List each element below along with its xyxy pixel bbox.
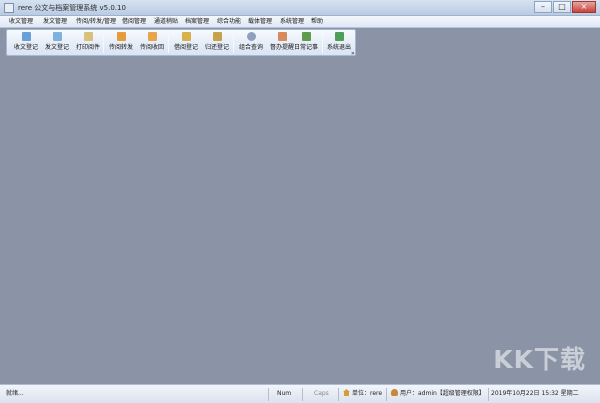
print-button[interactable]: 打印阅件 xyxy=(73,32,103,54)
menu-item-carrier[interactable]: 载体管理 xyxy=(247,17,273,27)
toolbar-separator xyxy=(233,33,234,53)
window-title: rere 公文与档案管理系统 v5.0.10 xyxy=(18,4,126,12)
daily-notes-button[interactable]: 日常记事 xyxy=(291,32,321,54)
status-bar: 就绪... Num Caps 单位：rere 用户：admin【超级管理权限】 … xyxy=(0,384,600,403)
window-controls: – □ × xyxy=(533,1,596,13)
print-icon xyxy=(83,32,93,41)
watermark: KK下载 xyxy=(493,345,586,374)
return-icon xyxy=(212,32,222,41)
document-out-icon xyxy=(52,32,62,41)
close-button[interactable]: × xyxy=(572,1,596,13)
menu-item-system[interactable]: 系统管理 xyxy=(279,17,305,27)
menu-item-channel[interactable]: 通道稍贴 xyxy=(153,17,179,27)
reminder-icon xyxy=(277,32,287,41)
toolbar-separator xyxy=(168,33,169,53)
caps-lock-indicator: Caps xyxy=(314,390,329,397)
menu-item-integrated[interactable]: 综合功能 xyxy=(216,17,242,27)
receive-register-button[interactable]: 收文登记 xyxy=(11,32,41,54)
status-ready: 就绪... xyxy=(6,390,24,397)
mdi-workspace xyxy=(0,57,600,384)
num-lock-indicator: Num xyxy=(277,390,292,397)
menu-bar: 收文管理 发文管理 传阅/转发/管理 借阅管理 通道稍贴 档案管理 综合功能 载… xyxy=(0,16,600,28)
exit-icon xyxy=(334,32,344,41)
status-datetime: 2019年10月22日 15:32 星期二 xyxy=(491,390,579,397)
menu-item-circulate[interactable]: 传阅/转发/管理 xyxy=(75,17,117,27)
status-unit: 单位：rere xyxy=(343,389,382,399)
title-bar: rere 公文与档案管理系统 v5.0.10 – □ × xyxy=(0,0,600,16)
menu-item-archive[interactable]: 档案管理 xyxy=(184,17,210,27)
menu-item-help[interactable]: 帮助 xyxy=(310,17,324,27)
status-divider xyxy=(488,388,489,401)
toolbar-separator xyxy=(103,33,104,53)
forward-arrow-icon xyxy=(116,32,126,41)
document-in-icon xyxy=(21,32,31,41)
house-icon xyxy=(343,389,350,396)
exit-button[interactable]: 系统退出 xyxy=(324,32,354,54)
menu-item-send[interactable]: 发文管理 xyxy=(42,17,68,27)
search-icon xyxy=(246,32,256,41)
status-divider xyxy=(302,388,303,401)
status-divider xyxy=(338,388,339,401)
toolbar-separator xyxy=(322,33,323,53)
menu-item-borrow[interactable]: 借阅管理 xyxy=(121,17,147,27)
maximize-button[interactable]: □ xyxy=(553,1,571,13)
borrow-icon xyxy=(181,32,191,41)
toolbar: 收文登记 发文登记 打印阅件 传阅转发 传阅收回 借阅登记 归还登记 组合查询 … xyxy=(6,29,356,56)
user-icon xyxy=(391,389,398,396)
circulate-recall-button[interactable]: 传阅收回 xyxy=(137,32,167,54)
return-register-button[interactable]: 归还登记 xyxy=(202,32,232,54)
status-divider xyxy=(268,388,269,401)
status-user: 用户：admin【超级管理权限】 xyxy=(391,389,485,399)
circulate-forward-button[interactable]: 传阅转发 xyxy=(106,32,136,54)
return-arrow-icon xyxy=(147,32,157,41)
combined-query-button[interactable]: 组合查询 xyxy=(236,32,266,54)
menu-item-receive[interactable]: 收文管理 xyxy=(8,17,34,27)
notebook-icon xyxy=(301,32,311,41)
send-register-button[interactable]: 发文登记 xyxy=(42,32,72,54)
borrow-register-button[interactable]: 借阅登记 xyxy=(171,32,201,54)
minimize-button[interactable]: – xyxy=(534,1,552,13)
status-divider xyxy=(386,388,387,401)
toolbar-overflow-icon[interactable]: » xyxy=(351,50,355,57)
app-icon xyxy=(4,3,14,13)
